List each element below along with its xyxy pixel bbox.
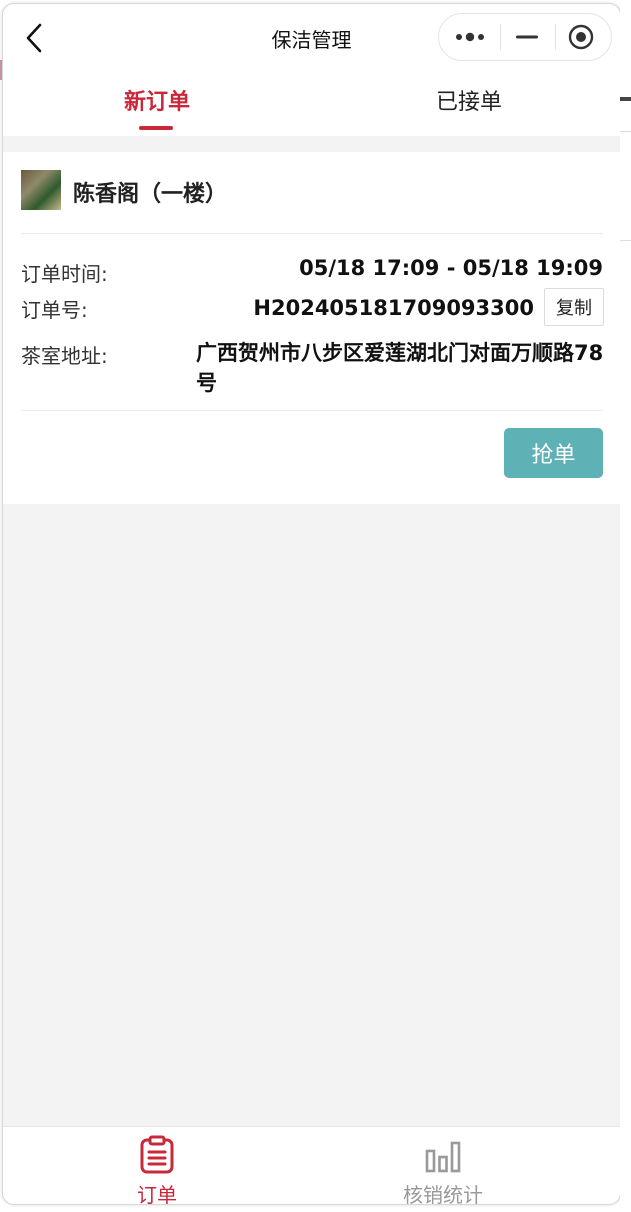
copy-button[interactable]: 复制 (544, 288, 604, 326)
peek-bar (620, 97, 631, 101)
peek-line (620, 240, 631, 241)
order-number-value: H202405181709093300 (253, 296, 534, 320)
minimize-icon (516, 35, 538, 39)
tab-accepted-orders[interactable]: 已接单 (349, 84, 589, 116)
mini-program-window: 保洁管理 新订单 已接单 陈香阁（一楼） 订单时间: 05/18 17:09 -… (2, 3, 621, 1205)
target-close-icon (568, 24, 594, 50)
address-value: 广西贺州市八步区爱莲湖北门对面万顺路78号 (196, 341, 604, 395)
order-time-value: 05/18 17:09 - 05/18 19:09 (299, 256, 603, 280)
order-time-label: 订单时间: (21, 262, 108, 286)
order-card: 陈香阁（一楼） 订单时间: 05/18 17:09 - 05/18 19:09 … (3, 152, 620, 504)
bottom-tab-bar: 订单 核销统计 (3, 1126, 620, 1205)
tabbar-item-orders[interactable]: 订单 (57, 1127, 257, 1205)
order-tabs: 新订单 已接单 (3, 72, 620, 136)
shop-name: 陈香阁（一楼） (73, 182, 228, 207)
close-miniprogram-button[interactable] (553, 14, 609, 60)
grab-order-button[interactable]: 抢单 (504, 428, 603, 478)
minimize-button[interactable] (499, 14, 555, 60)
more-dots-icon (456, 32, 484, 42)
more-button[interactable] (443, 14, 499, 60)
active-tab-indicator (139, 126, 173, 130)
shop-thumbnail (21, 170, 61, 210)
divider (21, 233, 603, 234)
tabbar-item-statistics[interactable]: 核销统计 (343, 1127, 543, 1205)
capsule-menu (438, 13, 612, 61)
peek-line (620, 131, 631, 132)
divider (21, 410, 603, 411)
clipboard-list-icon (57, 1135, 257, 1175)
address-label: 茶室地址: (21, 344, 108, 368)
tabbar-label-statistics: 核销统计 (403, 1183, 483, 1205)
order-number-label: 订单号: (21, 298, 88, 322)
navigation-bar: 保洁管理 (3, 4, 620, 72)
tab-new-orders[interactable]: 新订单 (37, 84, 277, 116)
bar-chart-icon (343, 1135, 543, 1175)
tabbar-label-orders: 订单 (137, 1183, 177, 1205)
background-window-peek (620, 0, 631, 1212)
